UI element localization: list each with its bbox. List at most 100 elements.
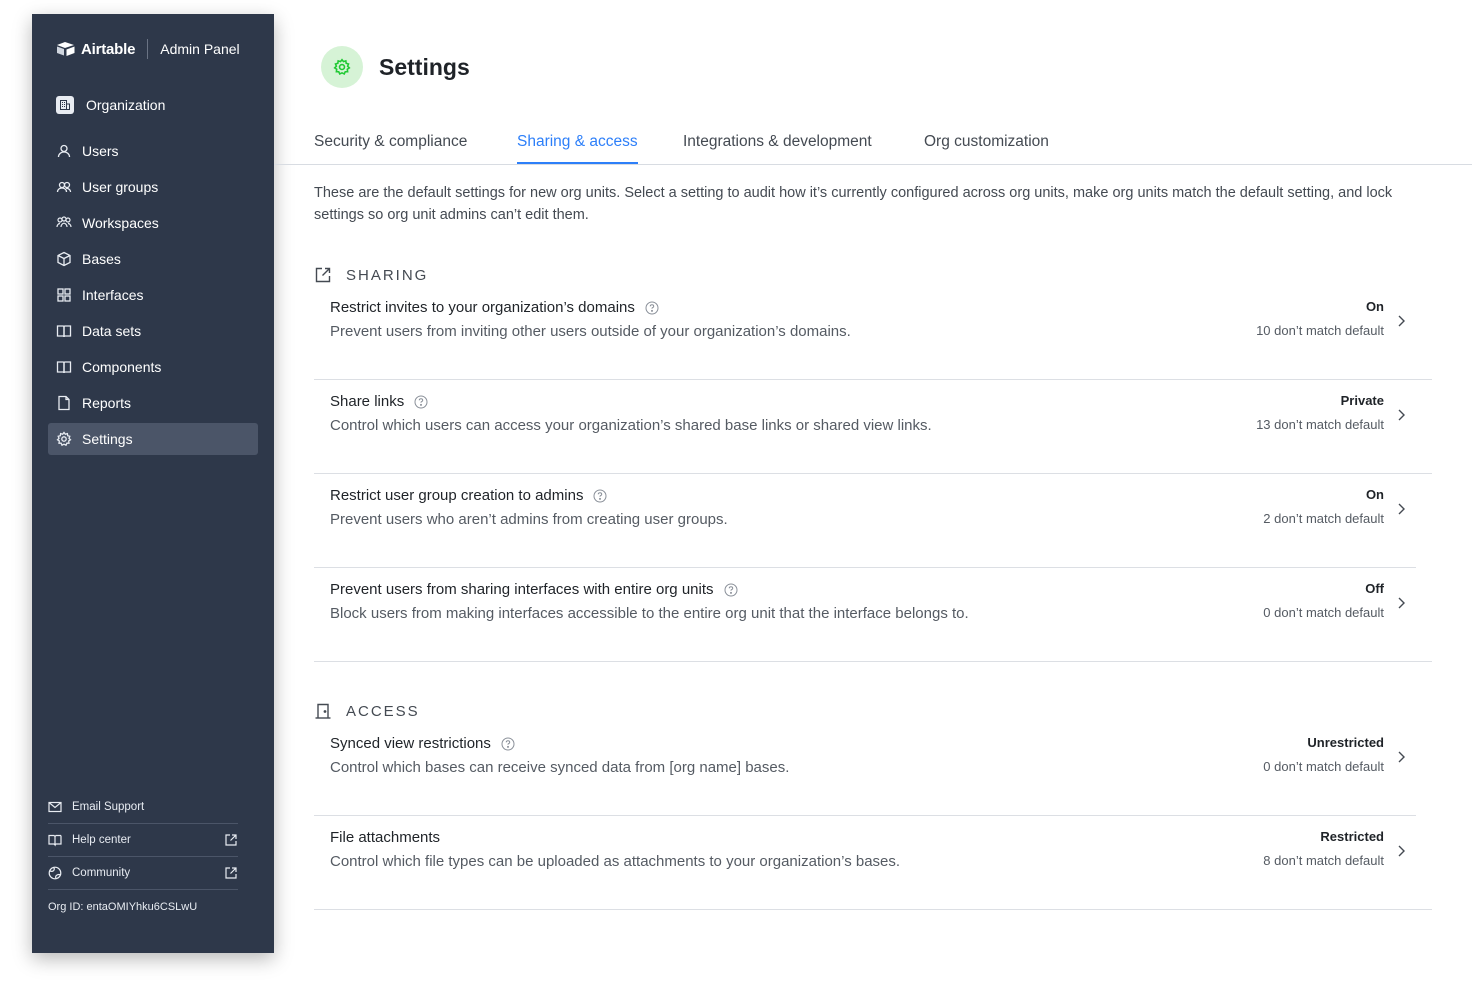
external-link-icon (225, 867, 237, 879)
file-icon (58, 395, 70, 411)
setting-title: Restrict invites to your organization’s … (330, 299, 659, 316)
globe-icon (48, 866, 62, 880)
sidebar-item-label: Data sets (82, 323, 142, 339)
sidebar-item-label: Reports (82, 395, 132, 411)
help-circle-icon[interactable] (724, 583, 738, 597)
setting-description: Control which file types can be uploaded… (330, 853, 901, 870)
book-icon (56, 325, 72, 338)
sidebar-item-workspaces[interactable]: Workspaces (48, 207, 258, 239)
settings-tabs: Security & compliance Sharing & access I… (274, 128, 1472, 165)
setting-mismatch-count: 8 don’t match default (1263, 853, 1384, 868)
setting-status: Off (1365, 581, 1384, 596)
intro-text: These are the default settings for new o… (314, 185, 1393, 223)
organization-link[interactable]: Organization (56, 96, 165, 114)
community-label: Community (72, 867, 131, 879)
setting-mismatch-count: 2 don’t match default (1263, 511, 1384, 526)
setting-row-restrict-user-groups[interactable]: Restrict user group creation to admins P… (314, 474, 1416, 568)
chevron-right-icon (1398, 597, 1405, 609)
brand-divider (147, 39, 149, 59)
setting-mismatch-count: 0 don’t match default (1263, 605, 1384, 620)
setting-title-text: Synced view restrictions (330, 735, 491, 752)
setting-description: Control which bases can receive synced d… (330, 759, 790, 776)
setting-status: Private (1340, 393, 1384, 408)
org-id: Org ID: entaOMIYhku6CSLwU (48, 900, 198, 913)
sidebar-item-reports[interactable]: Reports (48, 387, 258, 419)
building-icon (56, 96, 74, 114)
setting-title: Share links (330, 393, 428, 410)
airtable-logo[interactable]: Airtable (56, 41, 135, 58)
help-circle-icon[interactable] (645, 301, 659, 315)
chevron-right-icon (1398, 751, 1405, 763)
admin-panel-label: Admin Panel (160, 41, 240, 57)
sidebar-item-label: User groups (82, 179, 159, 195)
setting-title: Prevent users from sharing interfaces wi… (330, 581, 738, 598)
main-content: Settings Security & compliance Sharing &… (274, 0, 1472, 1003)
tab-security-compliance[interactable]: Security & compliance (314, 133, 467, 162)
book-open-icon (48, 834, 62, 847)
setting-description: Prevent users who aren’t admins from cre… (330, 511, 728, 528)
email-support-label: Email Support (72, 801, 145, 813)
mail-icon (48, 801, 62, 813)
sidebar-item-label: Settings (82, 431, 133, 447)
chevron-right-icon (1398, 409, 1405, 421)
setting-mismatch-count: 10 don’t match default (1256, 323, 1384, 338)
settings-gear-icon (321, 46, 363, 88)
tab-integrations-development[interactable]: Integrations & development (683, 133, 872, 162)
setting-title: Synced view restrictions (330, 735, 515, 752)
setting-title-text: Prevent users from sharing interfaces wi… (330, 581, 714, 598)
sharing-section-title: SHARING (346, 266, 429, 284)
grid-icon (57, 288, 71, 302)
brand-name: Airtable (81, 40, 136, 58)
airtable-logo-icon (57, 42, 75, 56)
sharing-section-header: SHARING (314, 266, 428, 284)
setting-row-prevent-interface-sharing[interactable]: Prevent users from sharing interfaces wi… (314, 568, 1432, 662)
chevron-right-icon (1398, 503, 1405, 515)
help-circle-icon[interactable] (593, 489, 607, 503)
setting-status: On (1365, 299, 1384, 314)
setting-description: Prevent users from inviting other users … (330, 323, 851, 340)
chevron-right-icon (1398, 845, 1405, 857)
sidebar-item-components[interactable]: Components (48, 351, 258, 383)
sidebar-item-settings[interactable]: Settings (48, 423, 258, 455)
setting-mismatch-count: 0 don’t match default (1263, 759, 1384, 774)
setting-row-synced-view-restrictions[interactable]: Synced view restrictions Control which b… (314, 722, 1416, 816)
organization-label: Organization (86, 97, 166, 113)
workspaces-icon (56, 216, 72, 228)
setting-row-file-attachments[interactable]: File attachments Control which file type… (314, 816, 1432, 910)
sidebar-item-users[interactable]: Users (48, 135, 258, 167)
gear-icon (56, 431, 72, 447)
setting-row-share-links[interactable]: Share links Control which users can acce… (314, 380, 1432, 474)
sidebar-item-label: Bases (82, 251, 121, 267)
sidebar-item-interfaces[interactable]: Interfaces (48, 279, 258, 311)
help-center-label: Help center (72, 834, 131, 846)
help-circle-icon[interactable] (501, 737, 515, 751)
sidebar-item-bases[interactable]: Bases (48, 243, 258, 275)
setting-row-restrict-invites[interactable]: Restrict invites to your organization’s … (314, 286, 1432, 380)
sidebar-item-label: Users (82, 143, 119, 159)
setting-description: Control which users can access your orga… (330, 417, 932, 434)
external-link-icon (225, 834, 237, 846)
share-icon (315, 267, 331, 283)
setting-title: Restrict user group creation to admins (330, 487, 607, 504)
door-icon (315, 703, 331, 719)
sidebar: Airtable Admin Panel Organization Users … (32, 14, 274, 953)
cube-icon (57, 251, 71, 267)
help-circle-icon[interactable] (414, 395, 428, 409)
tab-org-customization[interactable]: Org customization (924, 133, 1049, 162)
sidebar-footer: Email Support Help center Community Org … (48, 791, 238, 923)
sidebar-item-data-sets[interactable]: Data sets (48, 315, 258, 347)
setting-title: File attachments (330, 829, 440, 846)
access-section-header: ACCESS (314, 702, 420, 720)
setting-title-text: Restrict invites to your organization’s … (330, 299, 635, 316)
tab-sharing-access[interactable]: Sharing & access (517, 133, 638, 164)
setting-description: Block users from making interfaces acces… (330, 605, 969, 622)
user-group-icon (56, 181, 72, 193)
sidebar-item-user-groups[interactable]: User groups (48, 171, 258, 203)
email-support-link[interactable]: Email Support (48, 791, 238, 824)
brand-header: Airtable Admin Panel (56, 39, 240, 59)
help-center-link[interactable]: Help center (48, 824, 238, 857)
page-title: Settings (379, 53, 470, 80)
access-section-title: ACCESS (346, 702, 420, 720)
book-icon (56, 361, 72, 374)
community-link[interactable]: Community (48, 857, 238, 890)
